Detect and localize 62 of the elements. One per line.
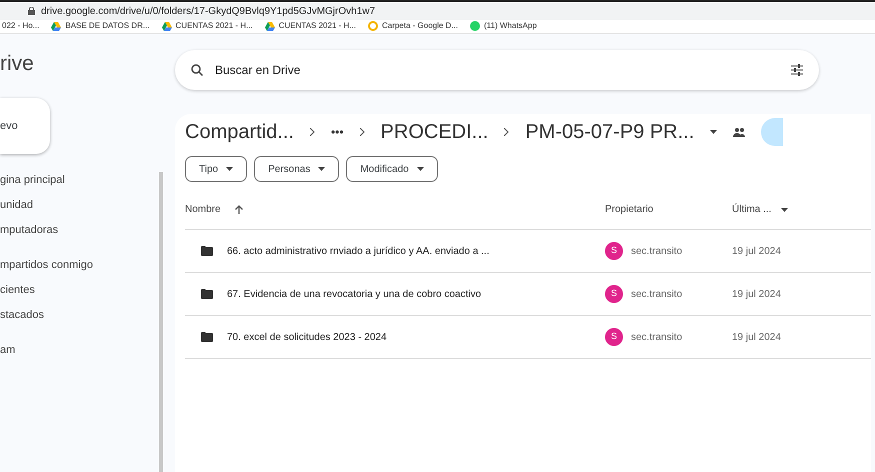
up-arrow-icon[interactable] bbox=[234, 205, 243, 214]
bookmark[interactable]: (11) WhatsApp bbox=[470, 20, 537, 32]
file-name: 67. Evidencia de una revocatoria y una de cobro coactivo bbox=[227, 288, 482, 302]
sidebar-item[interactable]: gina principal bbox=[0, 170, 159, 191]
bookmark[interactable]: CUENTAS 2021 - H... bbox=[264, 20, 356, 32]
chevron-right-icon bbox=[360, 128, 365, 136]
file-row[interactable]: 66. acto administrativo rnviado a jurídico y AA. enviado a ... S sec.transito 19 jul 2024 bbox=[185, 230, 871, 273]
owner-avatar: S bbox=[605, 285, 623, 303]
search-icon bbox=[191, 64, 203, 76]
column-header[interactable]: Última ... bbox=[732, 202, 772, 217]
caret-icon bbox=[416, 167, 424, 171]
column-header[interactable]: Propietario bbox=[605, 202, 732, 217]
triangle-icon bbox=[51, 22, 62, 31]
breadcrumb-item[interactable]: PM-05-07-P9 PR... bbox=[525, 117, 694, 147]
modified-date: 19 jul 2024 bbox=[732, 330, 781, 344]
bookmark[interactable]: BASE DE DATOS DR... bbox=[51, 20, 150, 32]
search-field[interactable]: Buscar en Drive bbox=[215, 61, 791, 79]
filter-chip[interactable]: Modificado bbox=[346, 156, 438, 182]
bookmark[interactable]: CUENTAS 2021 - H... bbox=[162, 20, 253, 32]
filter-chip[interactable]: Personas bbox=[254, 156, 340, 182]
new-button[interactable]: evo bbox=[0, 98, 50, 154]
triangle-icon bbox=[162, 22, 172, 31]
file-row[interactable]: 67. Evidencia de una revocatoria y una de cobro coactivo S sec.transito 19 jul 2024 bbox=[185, 273, 871, 316]
sidebar-item[interactable]: cientes bbox=[0, 280, 159, 301]
triangle-icon bbox=[264, 22, 275, 31]
caret-icon bbox=[781, 208, 788, 212]
lock-icon bbox=[28, 7, 35, 15]
owner-name: sec.transito bbox=[631, 288, 682, 302]
modified-date: 19 jul 2024 bbox=[732, 288, 781, 302]
breadcrumb-item[interactable]: ••• bbox=[330, 123, 344, 141]
modified-date: 19 jul 2024 bbox=[732, 244, 781, 258]
filter-chip[interactable]: Tipo bbox=[185, 156, 248, 182]
file-name: 70. excel de solicitudes 2023 - 2024 bbox=[227, 330, 387, 344]
sidebar-item[interactable]: stacados bbox=[0, 305, 159, 326]
shared-folder-icon bbox=[201, 289, 213, 299]
owner-avatar: S bbox=[605, 242, 623, 260]
caret-icon bbox=[710, 130, 718, 134]
sidebar-item[interactable]: unidad bbox=[0, 195, 159, 216]
owner-name: sec.transito bbox=[631, 244, 682, 258]
app-title: rive bbox=[0, 51, 35, 77]
chevron-right-icon bbox=[310, 128, 315, 136]
sidebar-item[interactable]: am bbox=[0, 340, 159, 361]
owner-name: sec.transito bbox=[631, 330, 682, 344]
file-name: 66. acto administrativo rnviado a jurídico y AA. enviado a ... bbox=[227, 244, 490, 258]
bookmark[interactable]: Carpeta - Google D... bbox=[368, 20, 458, 32]
shared-folder-icon bbox=[201, 332, 213, 342]
file-row[interactable]: 70. excel de solicitudes 2023 - 2024 S sec.transito 19 jul 2024 bbox=[185, 316, 871, 359]
search-bar[interactable]: Buscar en Drive bbox=[175, 50, 819, 90]
shared-folder-icon bbox=[201, 246, 213, 256]
sidebar-item[interactable]: mputadoras bbox=[0, 220, 159, 241]
caret-icon bbox=[226, 167, 234, 171]
chevron-right-icon bbox=[504, 128, 510, 136]
breadcrumb-item[interactable]: PROCEDI... bbox=[380, 117, 488, 147]
scrollbar[interactable] bbox=[159, 172, 163, 472]
owner-avatar: S bbox=[605, 328, 623, 346]
sidebar-item[interactable]: mpartidos conmigo bbox=[0, 255, 159, 276]
bookmark[interactable]: 022 - Ho... bbox=[2, 20, 40, 32]
breadcrumb-item[interactable]: Compartid... bbox=[185, 117, 294, 147]
filter-sliders-icon[interactable] bbox=[791, 64, 803, 76]
column-header[interactable]: Nombre bbox=[185, 202, 221, 217]
people-icon[interactable] bbox=[733, 127, 746, 137]
caret-icon bbox=[318, 167, 326, 171]
